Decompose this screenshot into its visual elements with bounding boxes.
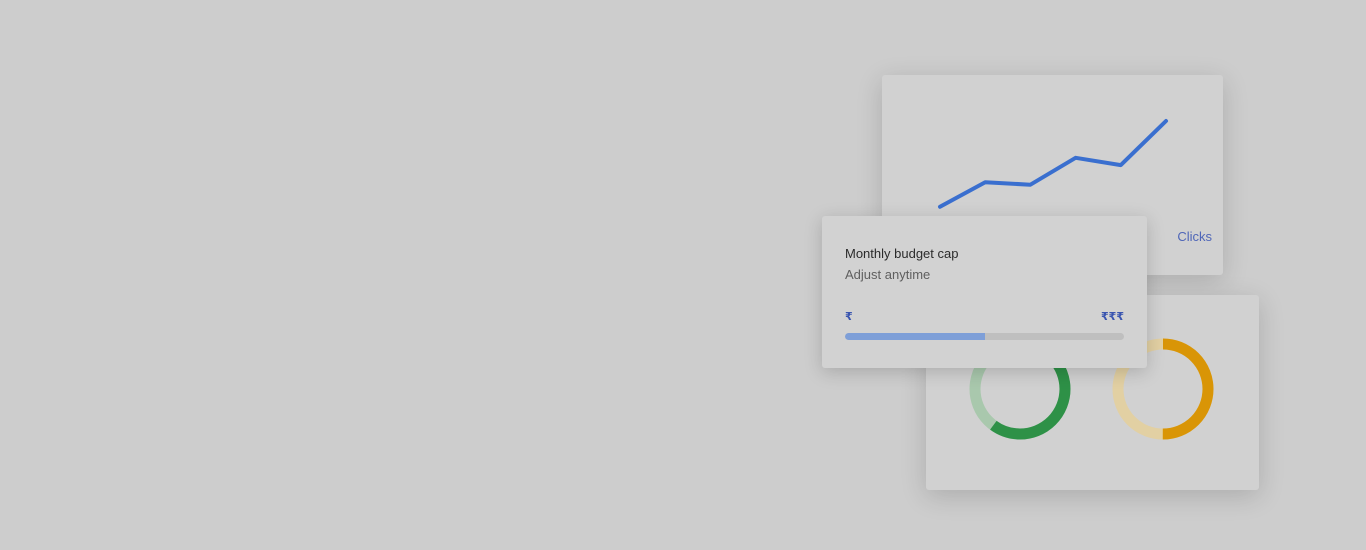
budget-range-max-label: ₹₹₹ [1101,311,1124,323]
budget-title: Monthly budget cap [845,246,959,261]
budget-slider-fill [845,333,985,340]
clicks-legend-label: Clicks [1177,229,1212,244]
budget-range-min-label: ₹ [845,311,853,323]
budget-slider[interactable] [845,333,1124,340]
clicks-series-line [938,119,1168,209]
budget-subtitle: Adjust anytime [845,267,931,282]
monthly-budget-card: Monthly budget cap Adjust anytime ₹ ₹₹₹ [822,216,1147,368]
stage: Clicks Monthly budget cap Adjust anytime… [0,0,1366,550]
